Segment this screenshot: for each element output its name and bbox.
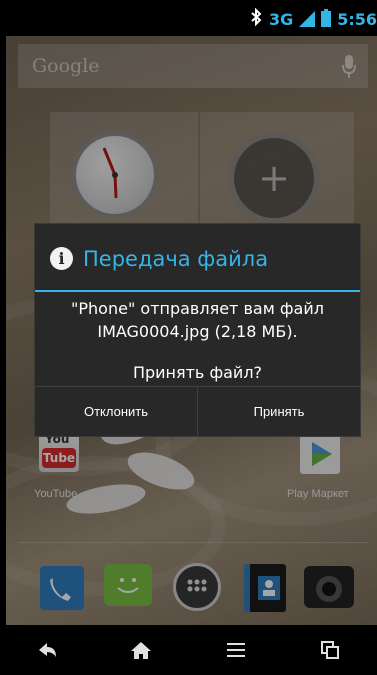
status-bar: 3G 5:56 (0, 0, 377, 36)
status-icons: 3G 5:56 (249, 7, 377, 31)
info-icon: i (50, 247, 73, 270)
dialog-question: Принять файл? (132, 363, 263, 382)
recent-apps-icon (320, 641, 339, 659)
dialog-title-divider (35, 290, 360, 292)
back-icon (39, 643, 57, 657)
clock-time: 5:56 (337, 9, 377, 29)
home-button[interactable] (94, 625, 188, 675)
dialog-header: i Передача файла (35, 224, 360, 292)
bluetooth-icon (249, 7, 263, 30)
decline-button-label: Отклонить (83, 404, 149, 419)
signal-icon (299, 11, 316, 27)
dialog-button-bar: Отклонить Принять (35, 386, 360, 436)
menu-icon (226, 643, 245, 657)
dialog-message-line2: IMAG0004.jpg (2,18 МБ). (97, 322, 298, 341)
recent-apps-button[interactable] (283, 625, 377, 675)
decline-button[interactable]: Отклонить (35, 387, 197, 436)
accept-button[interactable]: Принять (197, 387, 360, 436)
dialog-message-line1: "Phone" отправляет вам файл (71, 299, 324, 318)
dialog-title: Передача файла (83, 247, 269, 271)
menu-button[interactable] (189, 625, 283, 675)
back-button[interactable] (0, 625, 94, 675)
file-transfer-dialog: i Передача файла "Phone" отправляет вам … (34, 223, 361, 437)
battery-icon (321, 9, 332, 27)
navigation-bar (0, 625, 377, 675)
dialog-message: "Phone" отправляет вам файл IMAG0004.jpg… (35, 297, 360, 343)
home-icon (131, 642, 152, 659)
accept-button-label: Принять (253, 404, 305, 419)
network-type: 3G (268, 9, 294, 29)
